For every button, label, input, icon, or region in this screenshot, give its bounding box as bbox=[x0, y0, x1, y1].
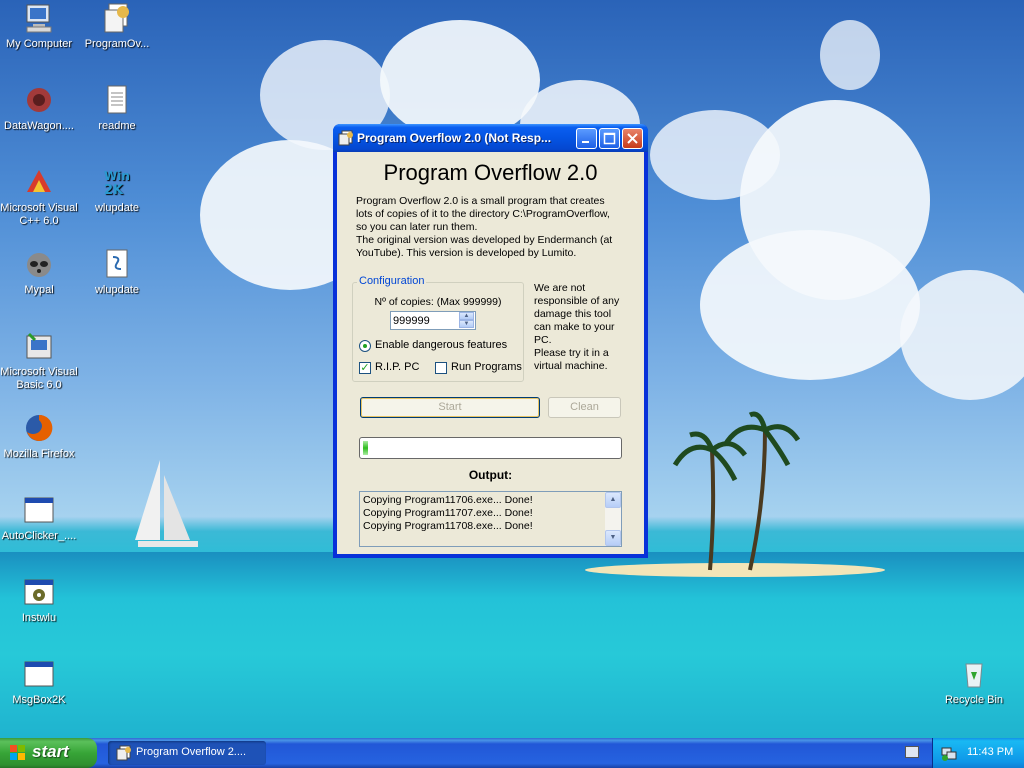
app-heading: Program Overflow 2.0 bbox=[383, 160, 598, 185]
copies-label: Nº of copies: (Max 999999) bbox=[374, 296, 502, 308]
rip-pc-label: R.I.P. PC bbox=[375, 361, 420, 373]
installer-gear-icon bbox=[23, 576, 55, 608]
application-window-icon bbox=[23, 658, 55, 690]
desktop-icon-readme[interactable]: readme bbox=[76, 84, 158, 133]
desktop-icon-programoverflow[interactable]: ProgramOv... bbox=[76, 2, 158, 51]
output-line: Copying Program11707.exe... Done! bbox=[363, 507, 533, 519]
minimize-button[interactable] bbox=[576, 128, 597, 149]
application-window-icon bbox=[23, 494, 55, 526]
firefox-icon bbox=[23, 412, 55, 444]
desktop-icon-visual-basic[interactable]: Microsoft Visual Basic 6.0 bbox=[0, 330, 80, 392]
script-file-icon bbox=[101, 248, 133, 280]
spin-up-button[interactable]: ▲ bbox=[459, 312, 474, 320]
app-icon bbox=[116, 745, 132, 761]
run-programs-checkbox[interactable] bbox=[435, 362, 447, 374]
desktop-icon-firefox[interactable]: Mozilla Firefox bbox=[0, 412, 80, 461]
copies-input[interactable] bbox=[393, 313, 455, 328]
dangerous-features-label: Enable dangerous features bbox=[375, 339, 508, 351]
rip-pc-checkbox[interactable]: ✓ bbox=[359, 362, 371, 374]
output-textbox[interactable]: Copying Program11706.exe... Done! Copyin… bbox=[359, 491, 622, 547]
clean-button[interactable]: Clean bbox=[548, 397, 621, 418]
desktop-icon-mypal[interactable]: Mypal bbox=[0, 248, 80, 297]
taskbar-item-label: Program Overflow 2.... bbox=[136, 746, 247, 758]
disclaimer-text: We are not responsible of any damage thi… bbox=[534, 282, 620, 372]
spin-down-button[interactable]: ▼ bbox=[459, 320, 474, 328]
close-button[interactable] bbox=[622, 128, 643, 149]
output-lines: Copying Program11706.exe... Done! Copyin… bbox=[363, 494, 533, 533]
minimize-icon bbox=[582, 141, 589, 143]
dangerous-features-radio[interactable] bbox=[359, 340, 371, 352]
scroll-down-button[interactable]: ▼ bbox=[605, 530, 621, 546]
window-titlebar[interactable]: Program Overflow 2.0 (Not Resp... bbox=[333, 124, 648, 152]
start-button-taskbar[interactable]: start bbox=[0, 738, 97, 768]
close-icon bbox=[627, 133, 638, 144]
network-icon[interactable] bbox=[941, 745, 957, 761]
taskbar-item-program-overflow[interactable]: Program Overflow 2.... bbox=[108, 741, 266, 765]
datawagon-icon bbox=[23, 84, 55, 116]
maximize-button[interactable] bbox=[599, 128, 620, 149]
desktop-icon-my-computer[interactable]: My Computer bbox=[0, 2, 80, 51]
configuration-legend: Configuration bbox=[357, 275, 427, 287]
taskbar: start Program Overflow 2.... 11:43 PM bbox=[0, 738, 1024, 768]
app-description: Program Overflow 2.0 is a small program … bbox=[356, 195, 613, 259]
output-line: Copying Program11706.exe... Done! bbox=[363, 494, 533, 506]
mypal-raccoon-icon bbox=[23, 248, 55, 280]
win2000-icon: Win 2K bbox=[101, 166, 133, 198]
configuration-groupbox: Configuration Nº of copies: (Max 999999)… bbox=[352, 275, 524, 382]
windows-flag-icon bbox=[10, 745, 26, 761]
output-line: Copying Program11708.exe... Done! bbox=[363, 520, 533, 532]
sea bbox=[0, 552, 1024, 738]
program-overflow-icon bbox=[101, 2, 133, 34]
desktop-icon-wlupdate-script[interactable]: wlupdate bbox=[76, 248, 158, 297]
desktop: My Computer ProgramOv... DataWagon.... r… bbox=[0, 0, 1024, 738]
maximize-icon bbox=[603, 132, 616, 145]
start-button[interactable]: Start bbox=[360, 397, 540, 418]
program-overflow-window: Program Overflow 2.0 (Not Resp... Progra… bbox=[333, 124, 648, 558]
svg-text:2K: 2K bbox=[104, 183, 124, 198]
desktop-icon-recycle-bin[interactable]: Recycle Bin bbox=[933, 658, 1015, 707]
scroll-track[interactable] bbox=[605, 509, 621, 529]
visual-cpp-icon bbox=[23, 166, 55, 198]
run-programs-label: Run Programs bbox=[451, 361, 522, 373]
output-scrollbar[interactable]: ▲ ▼ bbox=[605, 492, 621, 546]
sailboat bbox=[135, 460, 198, 547]
desktop-icon-datawagon[interactable]: DataWagon.... bbox=[0, 84, 80, 133]
copies-spinner[interactable]: ▲ ▼ bbox=[390, 311, 476, 330]
start-label: start bbox=[32, 742, 69, 761]
desktop-icon-instwlu[interactable]: Instwlu bbox=[0, 576, 80, 625]
my-computer-icon bbox=[23, 2, 55, 34]
desktop-icon-wlupdate[interactable]: Win 2K wlupdate bbox=[76, 166, 158, 215]
desktop-icon-autoclicker[interactable]: AutoClicker_.... bbox=[0, 494, 80, 543]
progress-fill bbox=[363, 441, 368, 455]
app-icon bbox=[338, 130, 354, 146]
notepad-document-icon bbox=[101, 84, 133, 116]
window-client-area: Program Overflow 2.0 Program Overflow 2.… bbox=[337, 152, 644, 554]
output-label: Output: bbox=[468, 468, 513, 482]
desktop-icon-visual-cpp[interactable]: Microsoft Visual C++ 6.0 bbox=[0, 166, 80, 228]
desktop-icon-msgbox2k[interactable]: MsgBox2K bbox=[0, 658, 80, 707]
keyboard-icon[interactable] bbox=[905, 746, 919, 758]
window-title: Program Overflow 2.0 (Not Resp... bbox=[357, 131, 552, 145]
clock[interactable]: 11:43 PM bbox=[967, 746, 1013, 758]
copy-progress-bar bbox=[359, 437, 622, 459]
svg-text:Win: Win bbox=[104, 169, 130, 183]
palm-trees bbox=[672, 411, 800, 571]
recycle-bin-icon bbox=[958, 658, 990, 690]
scroll-up-button[interactable]: ▲ bbox=[605, 492, 621, 508]
system-tray: 11:43 PM bbox=[932, 738, 1024, 768]
visual-basic-icon bbox=[23, 330, 55, 362]
